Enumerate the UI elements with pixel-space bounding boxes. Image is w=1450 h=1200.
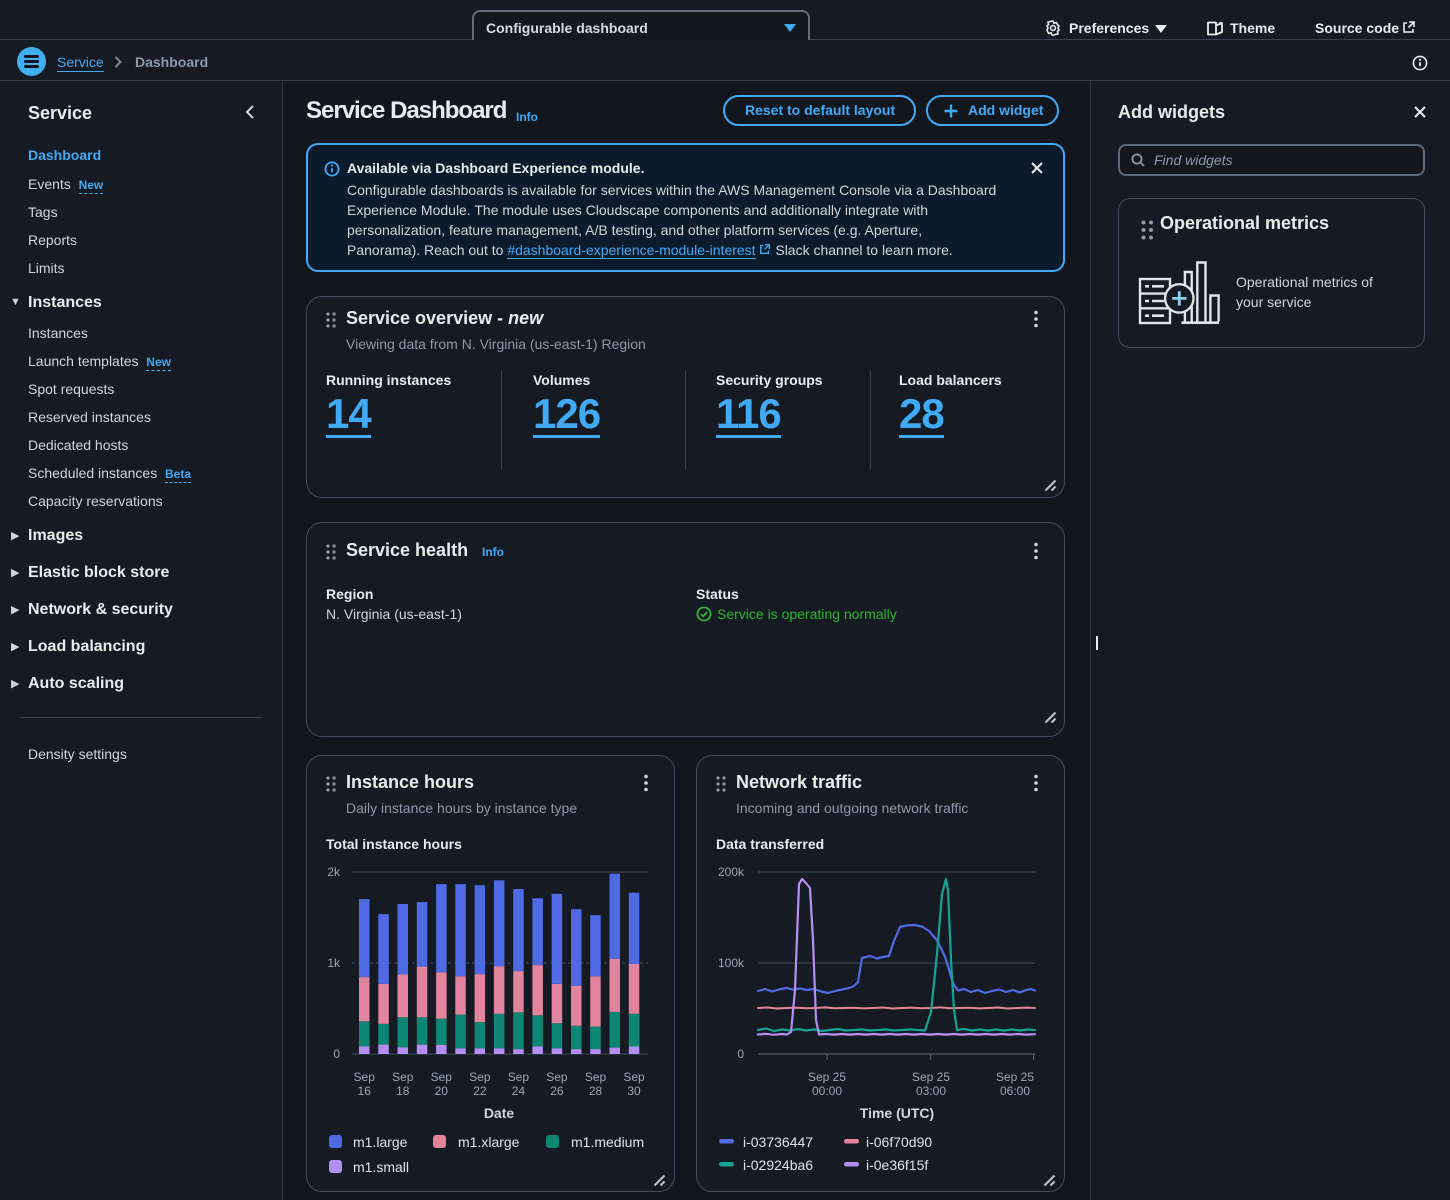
svg-text:i-03736447: i-03736447 (743, 1134, 813, 1150)
svg-text:100k: 100k (718, 956, 745, 970)
svg-text:0: 0 (737, 1047, 744, 1061)
svg-text:Sep: Sep (508, 1070, 530, 1084)
svg-text:24: 24 (512, 1084, 526, 1098)
svg-text:Sep: Sep (431, 1070, 453, 1084)
svg-text:m1.small: m1.small (353, 1159, 409, 1175)
svg-text:28: 28 (589, 1084, 603, 1098)
svg-text:22: 22 (473, 1084, 487, 1098)
svg-text:Date: Date (484, 1105, 515, 1121)
svg-text:i-0e36f15f: i-0e36f15f (866, 1157, 928, 1173)
svg-text:Sep 25: Sep 25 (996, 1070, 1034, 1084)
svg-text:Time (UTC): Time (UTC) (860, 1105, 934, 1121)
svg-text:i-02924ba6: i-02924ba6 (743, 1157, 813, 1173)
svg-text:0: 0 (333, 1047, 340, 1061)
svg-text:Sep: Sep (546, 1070, 568, 1084)
svg-text:03:00: 03:00 (916, 1084, 946, 1098)
svg-text:i-06f70d90: i-06f70d90 (866, 1134, 932, 1150)
svg-text:Sep: Sep (623, 1070, 645, 1084)
svg-text:18: 18 (396, 1084, 410, 1098)
svg-text:Sep: Sep (585, 1070, 607, 1084)
svg-text:Sep 25: Sep 25 (912, 1070, 950, 1084)
svg-text:m1.medium: m1.medium (571, 1134, 644, 1150)
svg-text:Sep: Sep (354, 1070, 376, 1084)
svg-text:200k: 200k (718, 865, 745, 879)
svg-text:m1.xlarge: m1.xlarge (458, 1134, 520, 1150)
svg-text:1k: 1k (327, 956, 341, 970)
svg-text:2k: 2k (327, 865, 341, 879)
svg-text:26: 26 (550, 1084, 564, 1098)
svg-text:m1.large: m1.large (353, 1134, 408, 1150)
svg-text:Sep 25: Sep 25 (808, 1070, 846, 1084)
svg-text:Sep: Sep (469, 1070, 491, 1084)
svg-text:20: 20 (435, 1084, 449, 1098)
svg-text:00:00: 00:00 (812, 1084, 842, 1098)
svg-text:16: 16 (358, 1084, 372, 1098)
svg-text:Sep: Sep (392, 1070, 414, 1084)
svg-text:06:00: 06:00 (1000, 1084, 1030, 1098)
svg-text:30: 30 (627, 1084, 641, 1098)
